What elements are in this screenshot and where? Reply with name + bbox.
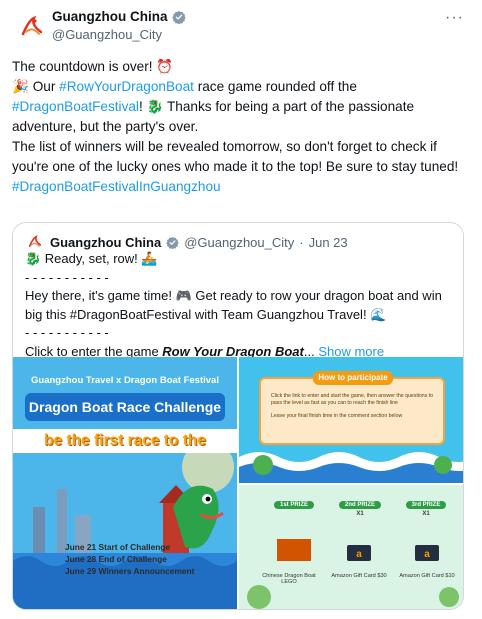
- challenge-schedule: June 21 Start of Challenge June 28 End o…: [65, 541, 194, 577]
- schedule-item: June 29 Winners Announcement: [65, 566, 195, 576]
- challenge-banner: Dragon Boat Race Challenge: [25, 393, 225, 421]
- tweet-text: The countdown is over! ⏰ 🎉 Our #RowYourD…: [12, 57, 470, 197]
- tweet-line: 🎉 Our #RowYourDragonBoat race game round…: [12, 77, 470, 97]
- prize-tag: 2nd PRIZE: [338, 501, 381, 509]
- guangzhou-logo-icon: [21, 15, 43, 36]
- prize-name: Chinese Dragon Boat LEGO: [262, 573, 316, 585]
- quote-line: - - - - - - - - - - -: [25, 325, 109, 340]
- schedule-item: June 21 Start of Challenge: [65, 542, 171, 552]
- text-span: 🎉 Our: [12, 79, 60, 94]
- tweet-line: #DragonBoatFestivalInGuangzhou: [12, 177, 470, 197]
- how-to-steps: Click the link to enter and start the ga…: [271, 393, 437, 420]
- text-span: race game rounded off the: [193, 79, 357, 94]
- avatar[interactable]: [12, 7, 52, 47]
- svg-text:a: a: [424, 549, 430, 560]
- meta-separator: ·: [299, 234, 304, 250]
- how-to-step: Click the link to enter and start the ga…: [271, 393, 434, 406]
- tweet-line: The countdown is over! ⏰: [12, 59, 174, 74]
- quote-handle: @Guangzhou_City: [184, 234, 295, 250]
- display-name[interactable]: Guangzhou China: [52, 9, 168, 24]
- media-grid: Guangzhou Travel x Dragon Boat Festival …: [13, 357, 463, 609]
- tweet: Guangzhou China @Guangzhou_City ··· The …: [0, 0, 482, 619]
- schedule-item: June 28 End of Challenge: [65, 554, 167, 564]
- prize-tag: 3rd PRIZE: [405, 501, 447, 509]
- author-row: Guangzhou China: [52, 9, 186, 24]
- prize-name: Amazon Gift Card $30: [331, 573, 387, 579]
- prize-tag: 1st PRIZE: [273, 501, 314, 509]
- quoted-tweet[interactable]: Guangzhou China @Guangzhou_City · Jun 23…: [12, 222, 464, 610]
- quote-line: Hey there, it's game time! 🎮 Get ready t…: [25, 288, 442, 322]
- quote-date: Jun 23: [308, 234, 348, 250]
- quote-text: 🐉 Ready, set, row! 🚣 - - - - - - - - - -…: [25, 250, 455, 361]
- quote-line: - - - - - - - - - - -: [25, 269, 109, 285]
- media-image-prizes[interactable]: a a 1st PRIZE 2nd PRIZE X1 3rd PRIZE X1 …: [239, 485, 463, 609]
- svg-text:a: a: [356, 549, 362, 560]
- media-image-challenge[interactable]: Guangzhou Travel x Dragon Boat Festival …: [13, 357, 237, 609]
- prize-name: Amazon Gift Card $10: [399, 573, 455, 579]
- media-image-how-to[interactable]: How to participate Click the link to ent…: [239, 357, 463, 483]
- more-dots-icon[interactable]: ···: [445, 9, 464, 27]
- quote-avatar[interactable]: [25, 232, 45, 252]
- quote-author-row: Guangzhou China @Guangzhou_City · Jun 23: [25, 232, 348, 252]
- prize-3: 3rd PRIZE X1: [397, 501, 455, 517]
- tweet-line: #DragonBoatFestival! 🐉 Thanks for being …: [12, 97, 470, 137]
- verified-badge-icon: [166, 236, 180, 249]
- prize-2: 2nd PRIZE X1: [331, 501, 389, 517]
- hashtag-link[interactable]: #DragonBoatFestival: [12, 99, 139, 114]
- prize-count: X1: [422, 511, 430, 517]
- challenge-header: Guangzhou Travel x Dragon Boat Festival: [31, 375, 219, 386]
- prize-1: 1st PRIZE: [265, 501, 323, 509]
- tweet-line: The list of winners will be revealed tom…: [12, 139, 459, 174]
- prize-count: X1: [356, 511, 364, 517]
- guangzhou-logo-icon: [28, 235, 42, 247]
- verified-badge-icon: [171, 10, 186, 24]
- hashtag-link[interactable]: #RowYourDragonBoat: [59, 79, 194, 94]
- challenge-strip: be the first race to the: [13, 429, 237, 453]
- quote-display-name: Guangzhou China: [50, 234, 162, 250]
- how-to-card: How to participate Click the link to ent…: [259, 371, 445, 445]
- how-to-title: How to participate: [313, 371, 393, 385]
- how-to-step: Leave your final finish time in the comm…: [271, 413, 403, 419]
- hashtag-link[interactable]: #DragonBoatFestivalInGuangzhou: [12, 179, 221, 194]
- challenge-strip-text: be the first race to the: [44, 432, 206, 449]
- handle[interactable]: @Guangzhou_City: [52, 27, 162, 42]
- quote-line: 🐉 Ready, set, row! 🚣: [25, 251, 158, 266]
